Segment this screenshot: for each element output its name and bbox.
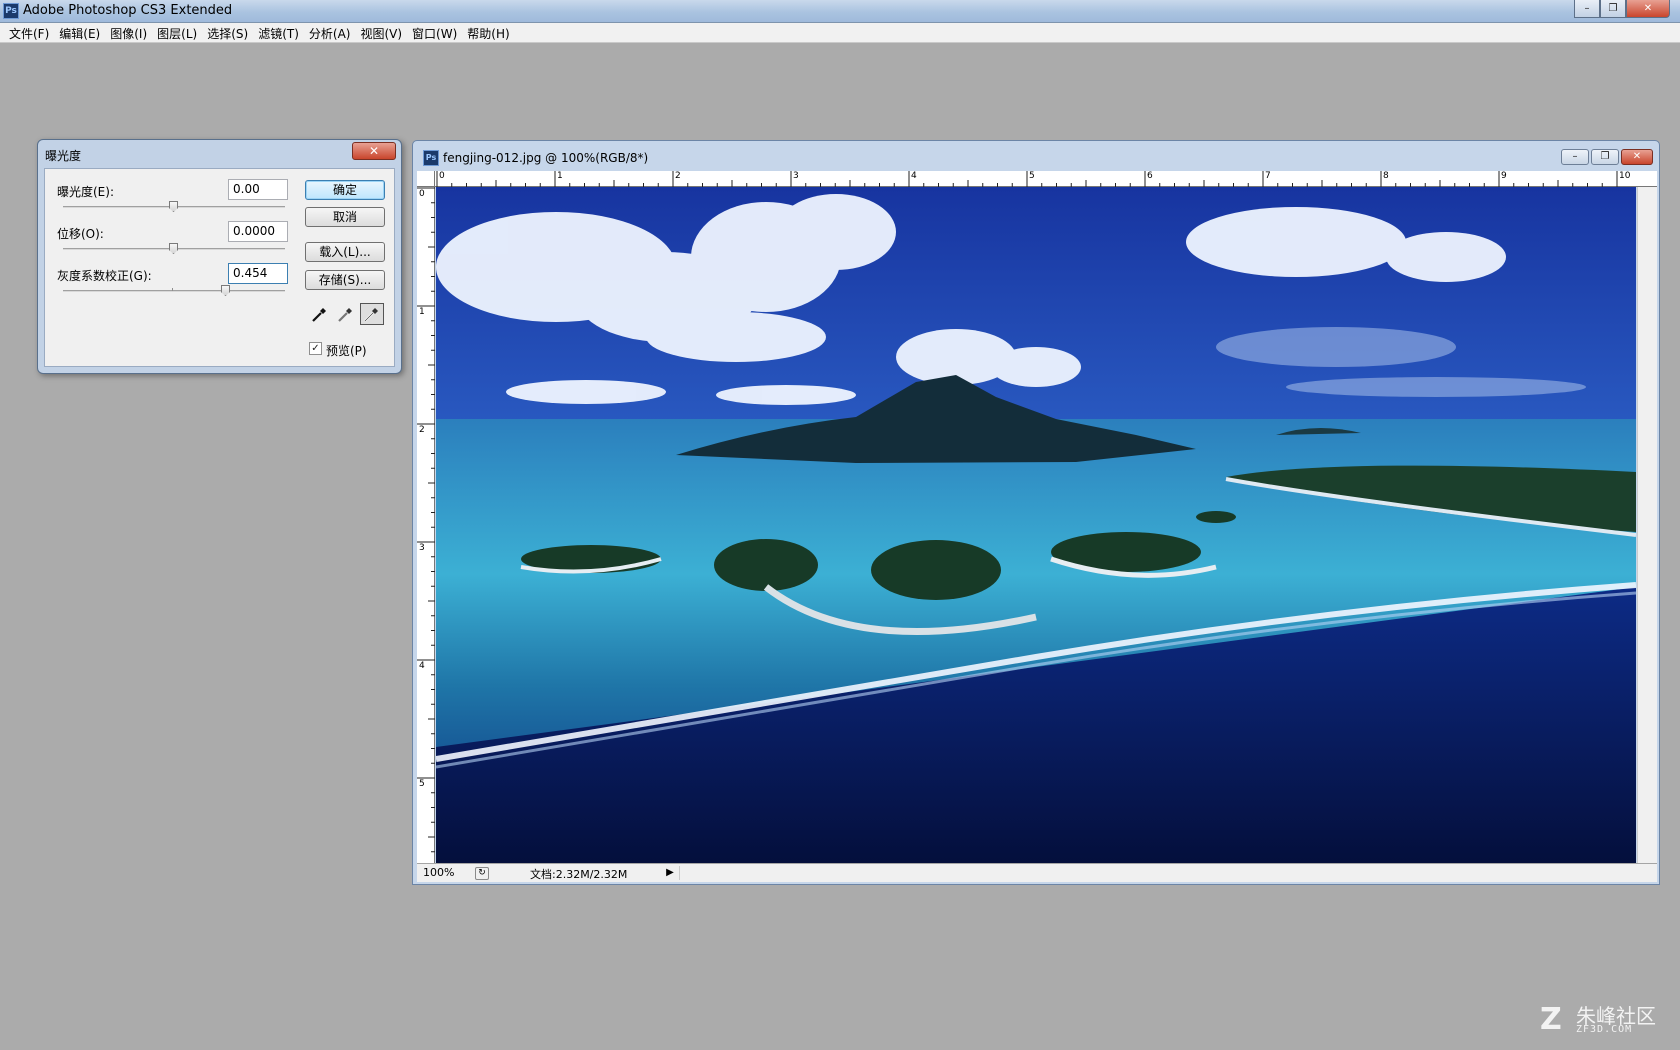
menu-edit[interactable]: 编辑(E) bbox=[54, 23, 105, 42]
menu-layer[interactable]: 图层(L) bbox=[152, 23, 202, 42]
ruler-top-label: 5 bbox=[1029, 171, 1035, 181]
document-title: fengjing-012.jpg @ 100%(RGB/8*) bbox=[443, 151, 649, 165]
doc-minimize-button[interactable]: – bbox=[1561, 149, 1589, 165]
document-window-controls: – ❐ ✕ bbox=[1561, 149, 1653, 165]
exposure-slider-thumb[interactable] bbox=[169, 201, 178, 212]
document-size-info: 文档:2.32M/2.32M bbox=[530, 868, 628, 881]
ruler-top-label: 10 bbox=[1619, 171, 1631, 181]
ruler-left-label: 0 bbox=[419, 189, 425, 199]
menu-filter[interactable]: 滤镜(T) bbox=[253, 23, 304, 42]
menu-analysis[interactable]: 分析(A) bbox=[304, 23, 356, 42]
dialog-body: 曝光度(E): 0.00 位移(O): 0.0000 灰度系数校正(G): 0.… bbox=[44, 168, 395, 367]
gamma-slider-track[interactable] bbox=[63, 290, 285, 292]
menu-file[interactable]: 文件(F) bbox=[4, 23, 54, 42]
ruler-vertical-ticks bbox=[417, 187, 435, 853]
menubar: 文件(F) 编辑(E) 图像(I) 图层(L) 选择(S) 滤镜(T) 分析(A… bbox=[0, 23, 1680, 43]
menu-window[interactable]: 窗口(W) bbox=[407, 23, 462, 42]
ruler-horizontal-ticks bbox=[436, 171, 1618, 187]
exposure-input[interactable]: 0.00 bbox=[228, 179, 288, 200]
offset-input[interactable]: 0.0000 bbox=[228, 221, 288, 242]
document-icon: Ps bbox=[423, 150, 439, 166]
ruler-top-label: 8 bbox=[1383, 171, 1389, 181]
gamma-slider-thumb[interactable] bbox=[221, 285, 230, 296]
menu-image[interactable]: 图像(I) bbox=[105, 23, 152, 42]
menu-view[interactable]: 视图(V) bbox=[355, 23, 407, 42]
ruler-top-label: 0 bbox=[439, 171, 445, 181]
white-point-eyedropper-icon[interactable] bbox=[360, 303, 384, 325]
status-refresh-icon[interactable]: ↻ bbox=[475, 867, 489, 880]
landscape-photo bbox=[436, 187, 1636, 863]
doc-restore-button[interactable]: ❐ bbox=[1591, 149, 1619, 165]
load-button[interactable]: 载入(L)... bbox=[305, 242, 385, 262]
image-canvas[interactable] bbox=[436, 187, 1636, 863]
ruler-top-label: 7 bbox=[1265, 171, 1271, 181]
ruler-corner[interactable] bbox=[417, 171, 435, 187]
exposure-dialog: 曝光度 ✕ 曝光度(E): 0.00 位移(O): 0.0000 灰度系数校正(… bbox=[37, 139, 402, 374]
offset-label: 位移(O): bbox=[57, 227, 104, 241]
offset-slider-thumb[interactable] bbox=[169, 243, 178, 254]
gamma-label: 灰度系数校正(G): bbox=[57, 269, 152, 283]
horizontal-scrollbar[interactable] bbox=[679, 866, 1651, 880]
photoshop-logo-icon: Ps bbox=[3, 3, 19, 19]
menu-select[interactable]: 选择(S) bbox=[202, 23, 253, 42]
ruler-top-label: 1 bbox=[557, 171, 563, 181]
gamma-input[interactable]: 0.454 bbox=[228, 263, 288, 284]
app-title: Adobe Photoshop CS3 Extended bbox=[23, 3, 233, 18]
status-menu-arrow-icon[interactable]: ▶ bbox=[664, 866, 676, 880]
black-point-eyedropper-icon[interactable] bbox=[308, 303, 332, 325]
watermark-logo-icon: Z bbox=[1540, 1002, 1562, 1037]
ruler-left-label: 3 bbox=[419, 543, 425, 553]
restore-button[interactable]: ❐ bbox=[1600, 0, 1626, 18]
gamma-slider-tick bbox=[172, 288, 173, 291]
app-titlebar[interactable]: Ps Adobe Photoshop CS3 Extended – ❐ ✕ bbox=[0, 0, 1680, 23]
gray-point-eyedropper-icon[interactable] bbox=[334, 303, 358, 325]
app-window-controls: – ❐ ✕ bbox=[1574, 0, 1670, 18]
ruler-left-label: 5 bbox=[419, 779, 425, 789]
dialog-title: 曝光度 bbox=[45, 149, 82, 163]
watermark: Z 朱峰社区 ZF3D.COM bbox=[1540, 1000, 1670, 1038]
ruler-top-label: 9 bbox=[1501, 171, 1507, 181]
minimize-button[interactable]: – bbox=[1574, 0, 1600, 18]
ruler-top-label: 3 bbox=[793, 171, 799, 181]
ruler-left-label: 1 bbox=[419, 307, 425, 317]
zoom-level[interactable]: 100% bbox=[423, 866, 454, 879]
close-button[interactable]: ✕ bbox=[1626, 0, 1670, 18]
ruler-top-label: 2 bbox=[675, 171, 681, 181]
save-button[interactable]: 存储(S)... bbox=[305, 270, 385, 290]
preview-checkbox[interactable]: ✓ bbox=[309, 342, 322, 355]
vertical-scrollbar[interactable] bbox=[1637, 187, 1657, 863]
ruler-horizontal[interactable]: 0 1 2 3 4 5 6 7 8 9 10 bbox=[435, 171, 1657, 187]
ruler-top-label: 4 bbox=[911, 171, 917, 181]
status-bar: 100% ↻ 文档:2.32M/2.32M ▶ bbox=[417, 863, 1657, 882]
ruler-top-label: 6 bbox=[1147, 171, 1153, 181]
preview-label: 预览(P) bbox=[326, 344, 367, 358]
watermark-subtext: ZF3D.COM bbox=[1576, 1024, 1633, 1035]
doc-close-button[interactable]: ✕ bbox=[1621, 149, 1653, 165]
ruler-vertical[interactable]: 0 1 2 3 4 5 bbox=[417, 187, 435, 863]
exposure-label: 曝光度(E): bbox=[57, 185, 114, 199]
ruler-left-label: 4 bbox=[419, 661, 425, 671]
document-window: Ps fengjing-012.jpg @ 100%(RGB/8*) – ❐ ✕… bbox=[412, 140, 1660, 885]
dialog-close-button[interactable]: ✕ bbox=[352, 142, 396, 160]
cancel-button[interactable]: 取消 bbox=[305, 207, 385, 227]
ok-button[interactable]: 确定 bbox=[305, 180, 385, 200]
menu-help[interactable]: 帮助(H) bbox=[462, 23, 514, 42]
ruler-left-label: 2 bbox=[419, 425, 425, 435]
